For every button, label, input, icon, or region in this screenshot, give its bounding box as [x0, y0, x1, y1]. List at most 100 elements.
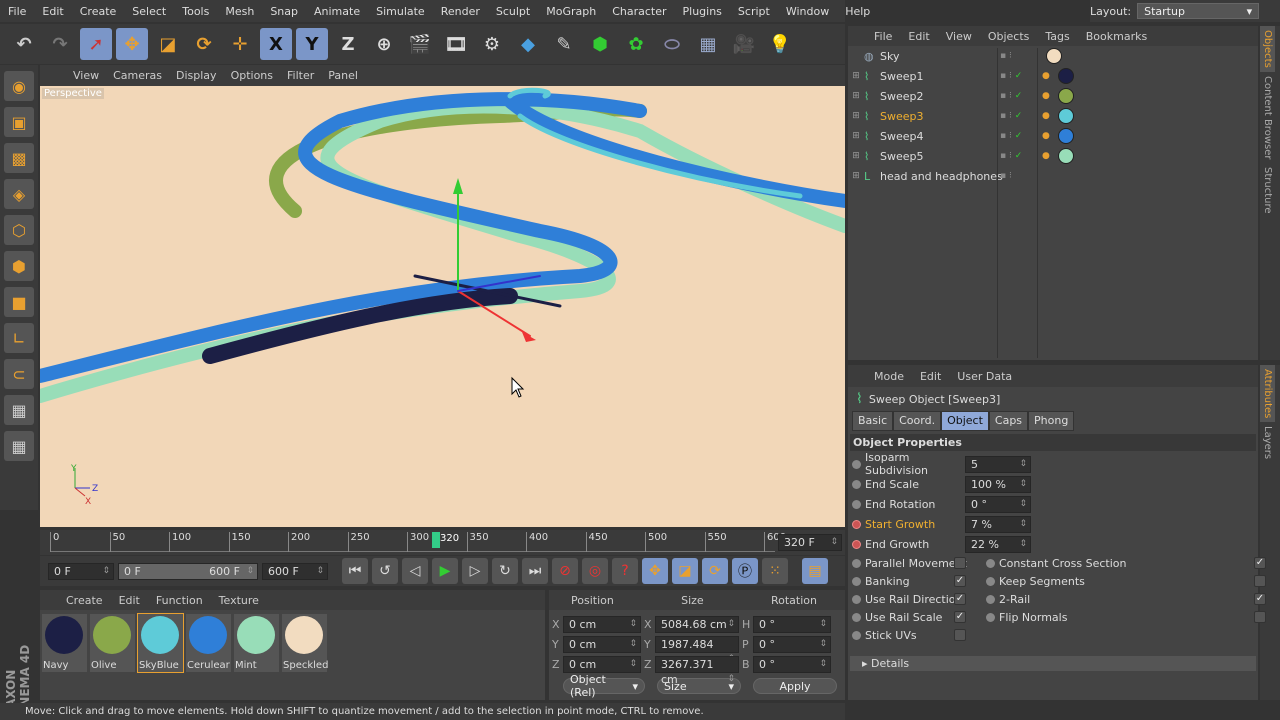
locked-workplane-icon[interactable]: ▦	[4, 431, 34, 461]
axis-mode-icon[interactable]: ∟	[4, 323, 34, 353]
menu-script[interactable]: Script	[730, 5, 778, 18]
side-tab-layers[interactable]: Layers	[1260, 422, 1275, 463]
animation-dot-icon[interactable]	[852, 576, 861, 586]
object-name[interactable]: Sweep5	[880, 150, 924, 163]
pos-field[interactable]: 0 cm	[563, 655, 641, 673]
make-editable-icon[interactable]: ◉	[4, 71, 34, 101]
menu-edit[interactable]: Edit	[912, 370, 949, 383]
checkbox[interactable]: ✓	[1254, 557, 1266, 569]
polygons-mode-icon[interactable]: ■	[4, 287, 34, 317]
menu-snap[interactable]: Snap	[262, 5, 306, 18]
visibility-dots[interactable]: ▪ ⁝ ✓	[1000, 71, 1022, 81]
world-coords-icon[interactable]: ⊕	[368, 28, 400, 60]
checkbox[interactable]: ✓	[1254, 593, 1266, 605]
side-tab-structure[interactable]: Structure	[1260, 163, 1275, 218]
deformer-icon[interactable]: ⬭	[656, 28, 688, 60]
object-name[interactable]: head and headphones	[880, 170, 1003, 183]
menu-file[interactable]: File	[866, 30, 900, 43]
object-name[interactable]: Sweep4	[880, 130, 924, 143]
object-name[interactable]: Sweep1	[880, 70, 924, 83]
timeline-ruler[interactable]: 0 50 100 150 200 250 300 350 400 450 500 550 600 320…	[40, 530, 845, 555]
viewport-menu-filter[interactable]: Filter	[280, 69, 321, 82]
field-value[interactable]: 100 %	[965, 475, 1031, 493]
move-tool-icon[interactable]: ✥	[116, 28, 148, 60]
menu-render[interactable]: Render	[433, 5, 488, 18]
animation-dot-icon[interactable]	[852, 499, 861, 509]
size-field[interactable]: 1987.484 cm	[655, 635, 739, 667]
menu-create[interactable]: Create	[58, 594, 111, 607]
keyframe-selection-icon[interactable]: ?	[612, 558, 638, 584]
y-axis-lock[interactable]: Y	[296, 28, 328, 60]
expand-icon[interactable]: ⊞	[848, 71, 864, 81]
material-tag-icon[interactable]	[1058, 68, 1074, 84]
menu-file[interactable]: File	[0, 5, 34, 18]
expand-icon[interactable]: ⊞	[848, 91, 864, 101]
menu-animate[interactable]: Animate	[306, 5, 368, 18]
key-pla-icon[interactable]: ⁙	[762, 558, 788, 584]
render-settings-icon[interactable]: ⚙	[476, 28, 508, 60]
tab-phong[interactable]: Phong	[1028, 411, 1075, 431]
undo-icon[interactable]: ↶	[8, 28, 40, 60]
previous-frame-icon[interactable]: ◁	[402, 558, 428, 584]
material-tag-icon[interactable]	[1058, 148, 1074, 164]
object-row[interactable]: ⊞ ⌇ Sweep1 ▪ ⁝ ✓ ●	[848, 66, 1258, 86]
checkbox[interactable]: ✓	[954, 575, 966, 587]
menu-mode[interactable]: Mode	[866, 370, 912, 383]
pos-field[interactable]: 0 cm	[563, 615, 641, 633]
checkbox[interactable]	[1254, 611, 1266, 623]
z-axis-lock[interactable]: Z	[332, 28, 364, 60]
object-name[interactable]: Sweep2	[880, 90, 924, 103]
size-field[interactable]: 3267.371 cm	[655, 655, 739, 687]
key-rotation-icon[interactable]: ⟳	[702, 558, 728, 584]
object-row[interactable]: ⊞ ⌇ Sweep3 ▪ ⁝ ✓ ●	[848, 106, 1258, 126]
checkbox[interactable]	[954, 557, 966, 569]
end-frame-field[interactable]: 600 F	[262, 562, 328, 580]
workplane-icon[interactable]: ◈	[4, 179, 34, 209]
cube-icon[interactable]: ◆	[512, 28, 544, 60]
snap-icon[interactable]: ⊂	[4, 359, 34, 389]
x-axis-lock[interactable]: X	[260, 28, 292, 60]
key-scale-icon[interactable]: ◪	[672, 558, 698, 584]
spline-pen-icon[interactable]: ✎	[548, 28, 580, 60]
material-tag-icon[interactable]	[1058, 88, 1074, 104]
model-mode-icon[interactable]: ▣	[4, 107, 34, 137]
animation-dot-icon[interactable]	[986, 612, 995, 622]
layout-selector[interactable]: Layout: Startup ▾	[1090, 0, 1280, 22]
checkbox[interactable]: ✓	[954, 593, 966, 605]
field-value[interactable]: 5	[965, 455, 1031, 473]
field-value[interactable]: 22 %	[965, 535, 1031, 553]
menu-objects[interactable]: Objects	[980, 30, 1038, 43]
pos-field[interactable]: 0 cm	[563, 635, 641, 653]
object-row[interactable]: ⊞ ⌇ Sweep5 ▪ ⁝ ✓ ●	[848, 146, 1258, 166]
rot-field[interactable]: 0 °	[753, 655, 831, 673]
tab-basic[interactable]: Basic	[852, 411, 894, 431]
animation-dot-icon[interactable]	[852, 479, 861, 489]
field-value[interactable]: 0 °	[965, 495, 1031, 513]
menu-edit[interactable]: Edit	[34, 5, 71, 18]
visibility-dots[interactable]: ▪ ⁝	[1000, 171, 1012, 181]
size-field[interactable]: 5084.68 cm	[655, 615, 739, 633]
render-view-icon[interactable]: 🎬	[404, 28, 436, 60]
light-icon[interactable]: 💡	[764, 28, 796, 60]
layout-dropdown[interactable]: Startup ▾	[1137, 3, 1260, 19]
floor-icon[interactable]: ▦	[692, 28, 724, 60]
playhead[interactable]	[432, 532, 440, 548]
workplane-grid-icon[interactable]: ▦	[4, 395, 34, 425]
menu-edit[interactable]: Edit	[111, 594, 148, 607]
menu-character[interactable]: Character	[604, 5, 674, 18]
record-keys-icon[interactable]: ⊘	[552, 558, 578, 584]
material-tag-icon[interactable]	[1058, 128, 1074, 144]
menu-select[interactable]: Select	[124, 5, 174, 18]
animation-dot-icon[interactable]	[852, 612, 861, 622]
object-name[interactable]: Sky	[880, 50, 899, 63]
visibility-dots[interactable]: ▪ ⁝ ✓	[1000, 91, 1022, 101]
apply-button[interactable]: Apply	[753, 678, 837, 694]
points-mode-icon[interactable]: ⬡	[4, 215, 34, 245]
coord-mode-dropdown[interactable]: Object (Rel) ▾	[563, 673, 645, 699]
viewport-menu-panel[interactable]: Panel	[321, 69, 365, 82]
camera-icon[interactable]: 🎥	[728, 28, 760, 60]
tab-caps[interactable]: Caps	[988, 411, 1029, 431]
animation-dot-icon[interactable]	[852, 459, 861, 469]
animation-dot-icon[interactable]	[852, 630, 861, 640]
range-slider[interactable]: 0 F 600 F	[118, 562, 258, 580]
